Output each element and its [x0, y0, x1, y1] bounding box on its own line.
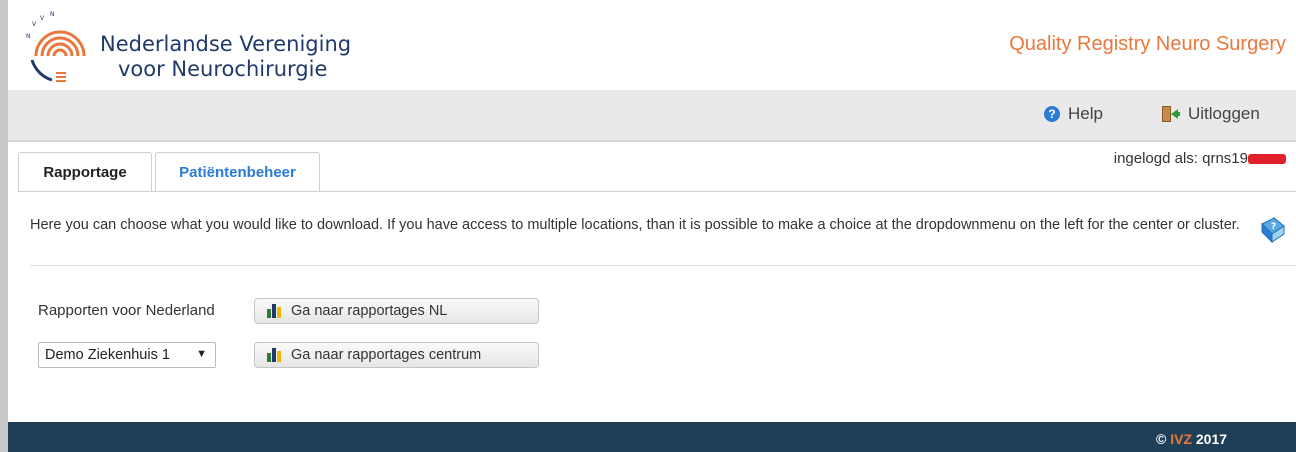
location-select-value: Demo Ziekenhuis 1 — [45, 347, 170, 363]
logout-link[interactable]: Uitloggen — [1160, 104, 1260, 124]
reports-nl-label: Ga naar rapportages NL — [291, 303, 448, 319]
logout-label: Uitloggen — [1188, 104, 1260, 123]
book-help-icon[interactable]: ? — [1258, 216, 1286, 244]
logged-in-text: ingelogd als: qrns19 — [1113, 150, 1248, 167]
tab-rapportage[interactable]: Rapportage — [18, 152, 152, 192]
help-label: Help — [1068, 104, 1103, 123]
copyright-year: 2017 — [1195, 431, 1228, 447]
copyright: © IVZ 2017 — [1156, 431, 1227, 447]
svg-text:V: V — [40, 15, 45, 22]
divider — [30, 265, 1296, 266]
svg-text:V: V — [32, 21, 37, 28]
label-rapporten-nl: Rapporten voor Nederland — [38, 302, 215, 319]
brand-ivz: IVZ — [1170, 431, 1192, 447]
logged-in-user: ingelogd als: qrns19 — [1114, 150, 1286, 167]
left-edge-bar — [0, 0, 8, 452]
toolbar: ? Help Uitloggen — [8, 90, 1296, 142]
redaction-mark — [1248, 154, 1286, 165]
nvvn-logo-icon: N V V N — [18, 8, 98, 86]
help-link[interactable]: ? Help — [1044, 104, 1103, 124]
org-name-line2: voor Neurochirurgie — [118, 57, 328, 81]
logout-door-icon — [1160, 105, 1180, 123]
svg-text:N: N — [26, 33, 31, 40]
bar-chart-icon — [267, 348, 281, 362]
reports-nl-button[interactable]: Ga naar rapportages NL — [254, 298, 539, 324]
org-name-line1: Nederlandse Vereniging — [100, 32, 352, 56]
footer: © IVZ 2017 — [8, 422, 1296, 452]
header: N V V N Nederlandse Vereniging voor Neur… — [8, 0, 1296, 90]
bar-chart-icon — [267, 304, 281, 318]
copyright-symbol: © — [1156, 431, 1167, 447]
svg-text:?: ? — [1271, 222, 1276, 232]
tab-patientenbeheer[interactable]: Patiëntenbeheer — [155, 152, 320, 191]
tab-underline — [18, 191, 1296, 192]
svg-text:N: N — [50, 11, 55, 18]
help-icon: ? — [1044, 106, 1060, 122]
app-title: Quality Registry Neuro Surgery — [1009, 33, 1286, 55]
reports-centrum-button[interactable]: Ga naar rapportages centrum — [254, 342, 539, 368]
reports-centrum-label: Ga naar rapportages centrum — [291, 347, 482, 363]
intro-text: Here you can choose what you would like … — [30, 217, 1240, 233]
chevron-down-icon: ▼ — [196, 348, 207, 360]
location-select[interactable]: Demo Ziekenhuis 1 ▼ — [38, 342, 216, 368]
